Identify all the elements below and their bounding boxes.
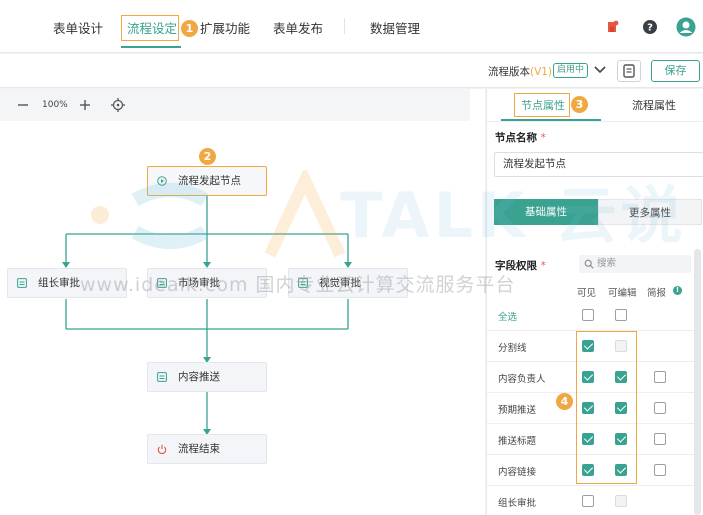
segment-more-properties[interactable]: 更多属性 [598, 199, 702, 225]
brief-checkbox[interactable] [654, 371, 666, 383]
visible-checkbox[interactable] [582, 495, 594, 507]
chevron-down-icon[interactable] [594, 65, 606, 75]
flow-node-label: 组长审批 [38, 277, 80, 289]
row-label: 推送标题 [498, 436, 537, 447]
permission-row-select-all: 全选 [487, 300, 699, 331]
column-header-editable: 可编辑 [608, 288, 637, 299]
tab-process-properties[interactable]: 流程属性 [632, 97, 676, 113]
flow-node-label: 流程结束 [178, 443, 220, 455]
flow-node-visual-approval[interactable]: 视觉审批 [288, 268, 408, 298]
flow-canvas[interactable]: 100% 2 流程发起节点 组长审批 市场审批 视觉审批 内容推送 流程结束 [0, 89, 485, 515]
step-badge-2: 2 [199, 148, 216, 165]
tab-node-properties[interactable]: 节点属性 [521, 97, 565, 113]
flow-node-end[interactable]: 流程结束 [147, 434, 267, 464]
field-search-input[interactable]: 搜索 [579, 255, 691, 273]
flow-node-label: 流程发起节点 [178, 175, 241, 187]
help-circle-icon[interactable]: ? [642, 19, 658, 35]
approval-form-icon [157, 278, 167, 288]
divider [487, 121, 703, 122]
version-list-button[interactable] [617, 60, 641, 82]
column-header-brief: 简报 [647, 288, 667, 299]
row-label: 组长审批 [498, 498, 537, 509]
editable-checkbox [615, 495, 627, 507]
editable-checkbox[interactable] [615, 309, 627, 321]
field-permission-label: 字段权限 * [495, 260, 546, 272]
flow-node-market-approval[interactable]: 市场审批 [147, 268, 267, 298]
row-label[interactable]: 全选 [498, 309, 517, 323]
play-circle-icon [157, 176, 167, 186]
flow-node-leader-approval[interactable]: 组长审批 [7, 268, 127, 298]
save-button[interactable]: 保存 [651, 60, 700, 82]
tab-data-management[interactable]: 数据管理 [370, 18, 420, 37]
version-label: 流程版本(V1) [488, 66, 553, 78]
row-label: 内容链接 [498, 467, 537, 478]
permission-highlight-box [576, 331, 637, 484]
search-icon [584, 259, 594, 269]
column-header-visible: 可见 [577, 288, 597, 299]
version-toolbar: 流程版本(V1) 启用中 保存 [0, 54, 703, 88]
permission-row: 组长审批 [487, 486, 699, 515]
ticket-icon[interactable] [604, 19, 620, 35]
flow-node-content-push[interactable]: 内容推送 [147, 362, 267, 392]
document-icon [623, 64, 635, 78]
segment-basic-properties[interactable]: 基础属性 [494, 199, 598, 225]
brief-checkbox[interactable] [654, 402, 666, 414]
flow-node-label: 市场审批 [178, 277, 220, 289]
step-badge-1: 1 [181, 20, 198, 37]
step-badge-4: 4 [556, 393, 573, 410]
row-label: 内容负责人 [498, 374, 546, 385]
visible-checkbox[interactable] [582, 309, 594, 321]
top-navigation: 表单设计 流程设定 1 扩展功能 表单发布 数据管理 ? [0, 0, 703, 53]
user-avatar-icon[interactable] [676, 17, 696, 37]
brief-checkbox[interactable] [654, 464, 666, 476]
approval-form-icon [298, 278, 308, 288]
node-name-input[interactable]: 流程发起节点 [494, 152, 703, 177]
flow-node-label: 视觉审批 [319, 277, 361, 289]
approval-form-icon [17, 278, 27, 288]
tab-form-publish[interactable]: 表单发布 [273, 18, 323, 37]
row-label: 预期推送 [498, 405, 537, 416]
properties-panel: 节点属性 3 流程属性 节点名称 * 流程发起节点 基础属性 更多属性 字段权限… [486, 89, 703, 515]
tab-form-design[interactable]: 表单设计 [53, 18, 103, 37]
power-icon [157, 444, 167, 454]
svg-text:?: ? [647, 23, 653, 34]
active-tab-underline [121, 46, 181, 48]
node-name-label: 节点名称 * [495, 132, 546, 144]
flow-node-start[interactable]: 流程发起节点 [147, 166, 267, 196]
status-badge: 启用中 [553, 63, 589, 78]
tab-process-settings[interactable]: 流程设定 [127, 18, 177, 37]
approval-form-icon [157, 372, 167, 382]
flow-node-label: 内容推送 [178, 371, 220, 383]
brief-checkbox[interactable] [654, 433, 666, 445]
tab-extensions[interactable]: 扩展功能 [200, 18, 250, 37]
help-icon[interactable]: ! [673, 286, 682, 295]
nav-divider [344, 18, 345, 34]
panel-scrollbar[interactable] [694, 249, 701, 515]
row-label: 分割线 [498, 343, 527, 354]
step-badge-3: 3 [571, 96, 588, 113]
